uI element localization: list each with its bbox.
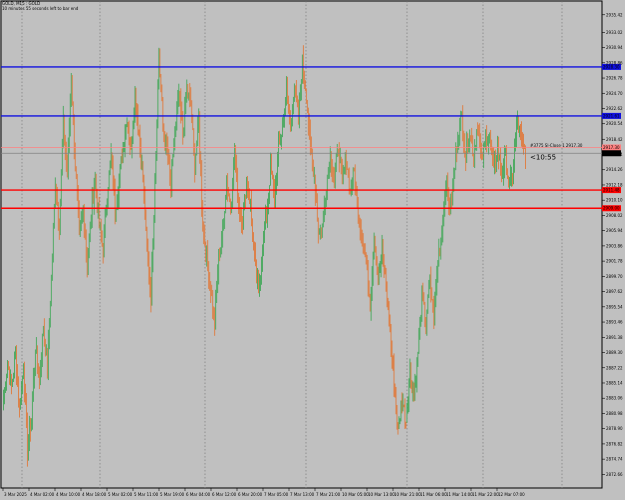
- time-tick-label: 10 Mar 13:00: [368, 492, 395, 497]
- price-axis: 2928.302921.612917.302916.512911.482909.…: [602, 12, 623, 477]
- price-chart[interactable]: 2928.302921.612917.302916.512911.482909.…: [0, 0, 625, 500]
- price-tick-label: 2874.74: [606, 457, 623, 462]
- overlay: #3775 Sl-Close 1 2917.30 <10:55: [530, 143, 583, 161]
- time-tick-label: 6 Mar 04:00: [186, 492, 211, 497]
- price-tick-label: 2930.94: [606, 45, 623, 50]
- grid: [0, 0, 603, 489]
- price-tag-label: 2917.30: [603, 145, 620, 150]
- time-tick-label: 4 Mar 10:00: [56, 492, 81, 497]
- time-tick-label: 11 Mar 06:00: [420, 492, 447, 497]
- time-tick-label: 7 Mar 05:00: [264, 492, 289, 497]
- plot-frame: [0, 0, 603, 489]
- price-tick-label: 2876.82: [606, 441, 623, 446]
- time-tick-label: 11 Mar 22:00: [472, 492, 499, 497]
- price-tick-label: 2883.06: [606, 396, 623, 401]
- price-tick-label: 2905.94: [606, 228, 623, 233]
- order-tag-label: #3775 Sl-Close 1 2917.30: [530, 143, 583, 148]
- price-tick-label: 2887.22: [606, 365, 623, 370]
- time-tick-label: 5 Mar 11:00: [134, 492, 159, 497]
- time-tick-label: 7 Mar 13:00: [290, 492, 315, 497]
- price-tick-label: 2910.10: [606, 198, 623, 203]
- price-tick-label: 2889.30: [606, 350, 623, 355]
- price-tick-label: 2914.26: [606, 167, 623, 172]
- price-tick-label: 2885.14: [606, 380, 623, 385]
- price-tick-label: 2897.62: [606, 289, 623, 294]
- time-tick-label: 6 Mar 20:00: [238, 492, 263, 497]
- price-tick-label: 2880.98: [606, 411, 623, 416]
- time-tick-label: 10 Mar 21:00: [394, 492, 421, 497]
- time-tick-label: 5 Mar 02:00: [108, 492, 133, 497]
- time-tick-label: 7 Mar 21:00: [316, 492, 341, 497]
- time-tick-label: 3 Mar 2025: [4, 492, 27, 497]
- price-tick-label: 2912.18: [606, 182, 623, 187]
- price-tick-label: 2928.86: [606, 60, 623, 65]
- price-tick-label: 2920.54: [606, 121, 623, 126]
- price-tick-label: 2918.42: [606, 137, 623, 142]
- time-tick-label: 10 Mar 05:00: [342, 492, 369, 497]
- candles: [3, 45, 526, 467]
- time-tick-label: 12 Mar 07:00: [498, 492, 525, 497]
- price-tick-label: 2916.34: [606, 152, 623, 157]
- price-tick-label: 2891.38: [606, 335, 623, 340]
- price-tick-label: 2935.42: [606, 12, 623, 17]
- price-tick-label: 2908.02: [606, 213, 623, 218]
- price-tag-label: 2921.61: [603, 113, 620, 118]
- time-tick-label: 11 Mar 14:00: [446, 492, 473, 497]
- price-tag-label: 2911.48: [603, 188, 620, 193]
- time-tick-label: 5 Mar 19:00: [160, 492, 185, 497]
- price-tick-label: 2924.70: [606, 91, 623, 96]
- price-tag-label: 2909.00: [603, 206, 620, 211]
- price-tick-label: 2899.70: [606, 274, 623, 279]
- price-tick-label: 2893.46: [606, 320, 623, 325]
- price-tick-label: 2895.54: [606, 304, 623, 309]
- price-tick-label: 2901.78: [606, 259, 623, 264]
- time-tick-label: 4 Mar 02:00: [30, 492, 55, 497]
- price-tick-label: 2926.78: [606, 76, 623, 81]
- price-tick-label: 2878.90: [606, 426, 623, 431]
- time-tick-label: 4 Mar 18:00: [82, 492, 107, 497]
- price-tick-label: 2872.66: [606, 472, 623, 477]
- time-axis: 3 Mar 2025 4 Mar 02:00 4 Mar 10:00 4 Mar 18…: [2, 488, 525, 497]
- price-tick-label: 2933.02: [606, 30, 623, 35]
- bar-countdown: <10:55: [530, 153, 556, 161]
- price-tick-label: 2922.62: [606, 106, 623, 111]
- price-tick-label: 2903.86: [606, 243, 623, 248]
- time-tick-label: 6 Mar 12:00: [212, 492, 237, 497]
